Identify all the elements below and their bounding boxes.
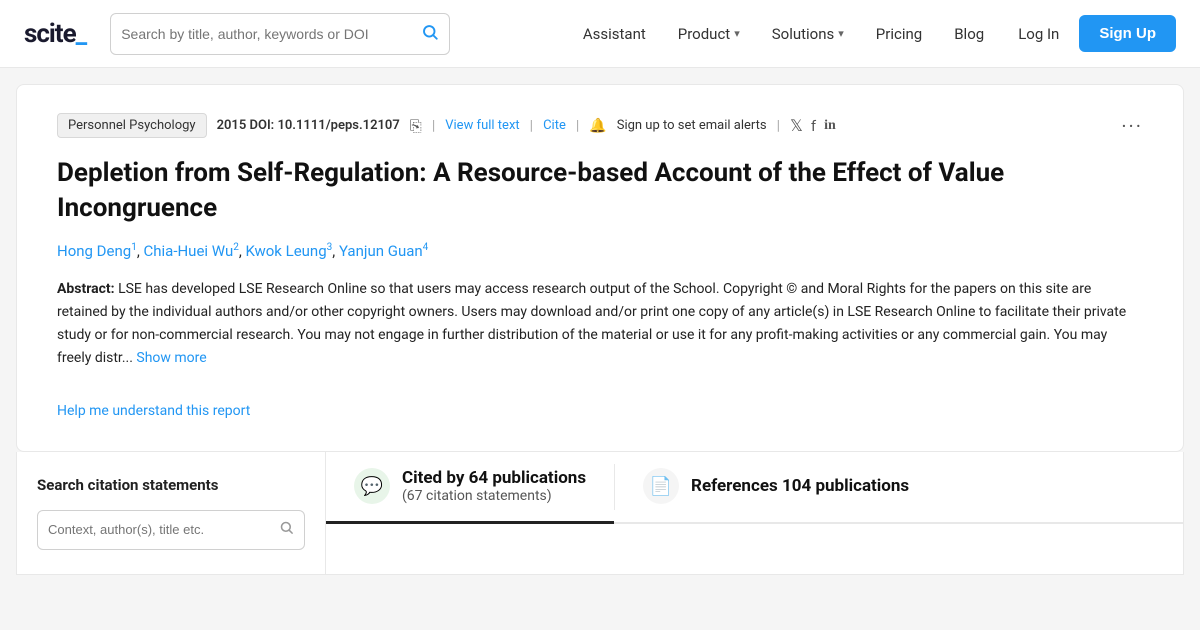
separator: | bbox=[777, 118, 780, 134]
search-input[interactable] bbox=[121, 26, 413, 42]
separator: | bbox=[432, 118, 435, 134]
citation-search-input[interactable] bbox=[48, 522, 271, 537]
signup-button[interactable]: Sign Up bbox=[1079, 15, 1176, 52]
journal-badge: Personnel Psychology bbox=[57, 113, 207, 138]
authors-list: Hong Deng1, Chia-Huei Wu2, Kwok Leung3, … bbox=[57, 242, 1143, 260]
search-icon bbox=[421, 23, 439, 45]
citation-search-input-wrapper bbox=[37, 510, 305, 550]
nav-item-product[interactable]: Product ▾ bbox=[664, 17, 754, 51]
abstract-text: Abstract: LSE has developed LSE Research… bbox=[57, 278, 1143, 370]
citation-tabs: 💬 Cited by 64 publications (67 citation … bbox=[326, 452, 1184, 575]
bell-icon: 🔔 bbox=[589, 118, 606, 134]
cited-by-main-label: Cited by 64 publications bbox=[402, 468, 586, 488]
tabs-row: 💬 Cited by 64 publications (67 citation … bbox=[326, 452, 1183, 524]
cite-link[interactable]: Cite bbox=[543, 118, 566, 133]
search-icon bbox=[279, 520, 294, 539]
nav-item-solutions[interactable]: Solutions ▾ bbox=[758, 17, 858, 51]
year-doi: 2015 DOI: 10.1111/peps.12107 bbox=[217, 118, 400, 133]
author-kwok-leung[interactable]: Kwok Leung3 bbox=[246, 242, 333, 260]
nav-item-pricing[interactable]: Pricing bbox=[862, 17, 936, 51]
sidebar-title: Search citation statements bbox=[37, 476, 305, 494]
twitter-icon[interactable]: 𝕏 bbox=[790, 116, 803, 135]
citation-search-sidebar: Search citation statements bbox=[16, 452, 326, 575]
show-more-link[interactable]: Show more bbox=[136, 350, 206, 366]
tab-cited-by[interactable]: 💬 Cited by 64 publications (67 citation … bbox=[326, 452, 614, 524]
copy-icon[interactable]: ⎘ bbox=[410, 117, 422, 135]
login-button[interactable]: Log In bbox=[1002, 17, 1075, 51]
help-link[interactable]: Help me understand this report bbox=[57, 403, 250, 419]
bottom-section: Search citation statements 💬 Cited by 64… bbox=[16, 452, 1184, 575]
author-yanjun-guan[interactable]: Yanjun Guan4 bbox=[339, 242, 428, 260]
facebook-icon[interactable]: f bbox=[811, 117, 816, 135]
cited-by-sub-label: (67 citation statements) bbox=[402, 488, 586, 505]
separator: | bbox=[576, 118, 579, 134]
chevron-down-icon: ▾ bbox=[734, 27, 740, 40]
chevron-down-icon: ▾ bbox=[838, 27, 844, 40]
author-hong-deng[interactable]: Hong Deng1 bbox=[57, 242, 137, 260]
article-card: Personnel Psychology 2015 DOI: 10.1111/p… bbox=[16, 84, 1184, 452]
references-text: References 104 publications bbox=[691, 476, 909, 496]
linkedin-icon[interactable]: in bbox=[824, 118, 836, 134]
more-options-button[interactable]: ··· bbox=[1121, 114, 1143, 138]
references-icon: 📄 bbox=[643, 468, 679, 504]
navbar: scite_ Assistant Product ▾ Solutions ▾ P… bbox=[0, 0, 1200, 68]
article-meta-row: Personnel Psychology 2015 DOI: 10.1111/p… bbox=[57, 113, 1143, 138]
cited-by-text: Cited by 64 publications (67 citation st… bbox=[402, 468, 586, 505]
search-bar bbox=[110, 13, 450, 55]
nav-links: Assistant Product ▾ Solutions ▾ Pricing … bbox=[569, 15, 1176, 52]
references-main-label: References 104 publications bbox=[691, 476, 909, 496]
separator: | bbox=[530, 118, 533, 134]
author-chia-huei-wu[interactable]: Chia-Huei Wu2 bbox=[144, 242, 239, 260]
social-icons: 𝕏 f in bbox=[790, 116, 836, 135]
nav-item-assistant[interactable]: Assistant bbox=[569, 17, 660, 51]
view-full-text-link[interactable]: View full text bbox=[445, 118, 519, 133]
article-title: Depletion from Self-Regulation: A Resour… bbox=[57, 156, 1143, 226]
cited-by-icon: 💬 bbox=[354, 468, 390, 504]
tab-references[interactable]: 📄 References 104 publications bbox=[615, 452, 937, 524]
nav-item-blog[interactable]: Blog bbox=[940, 17, 998, 51]
site-logo[interactable]: scite_ bbox=[24, 19, 86, 49]
alert-text: Sign up to set email alerts bbox=[617, 118, 767, 133]
